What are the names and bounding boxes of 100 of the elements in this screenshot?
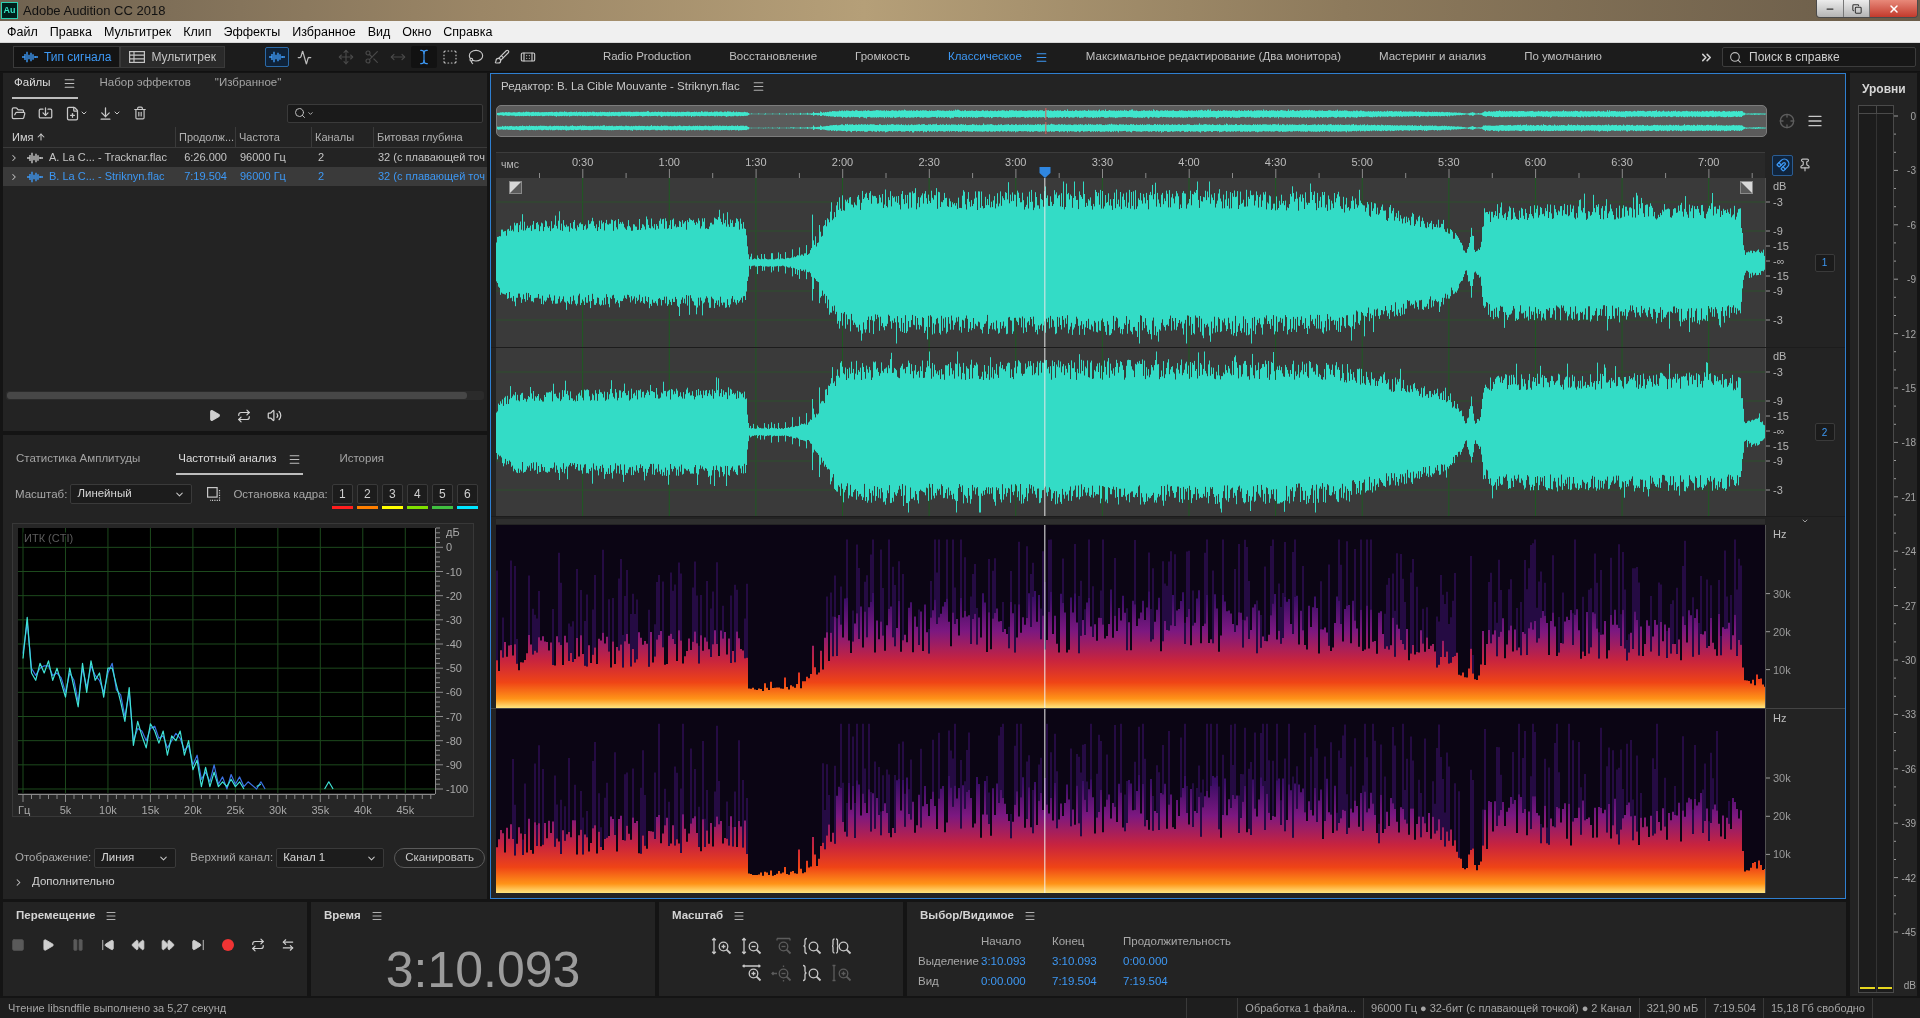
zoom-icon[interactable] — [830, 936, 852, 955]
scale-dropdown[interactable]: Линейный — [70, 484, 193, 504]
close-button[interactable] — [1870, 0, 1917, 17]
tab[interactable]: Файлы — [12, 69, 78, 99]
workspace-tab[interactable]: Максимальное редактирование (Два монитора) — [1085, 48, 1341, 66]
workspace-tab[interactable]: По умолчанию — [1524, 48, 1602, 66]
view-toggle[interactable] — [264, 47, 289, 67]
menu-item[interactable]: Файл — [1, 21, 44, 42]
time-value[interactable]: 7:19.504 — [1123, 974, 1168, 987]
fade-handle-icon[interactable] — [509, 181, 522, 194]
menu-icon[interactable] — [733, 910, 746, 922]
advanced-toggle[interactable]: Дополнительно — [3, 873, 487, 891]
column-header[interactable]: Имя — [3, 127, 175, 147]
time-value[interactable]: 3:10.093 — [1052, 954, 1097, 967]
menu-item[interactable]: Правка — [43, 21, 98, 42]
search-field[interactable] — [287, 103, 483, 123]
workspace-tab[interactable]: Мастеринг и анализ — [1379, 48, 1487, 66]
zoom-in-icon[interactable] — [710, 936, 732, 955]
peak-indicator — [1860, 987, 1875, 989]
maximize-button[interactable] — [1844, 0, 1870, 17]
menu-icon[interactable] — [1024, 910, 1036, 922]
frame-icon[interactable] — [207, 487, 222, 501]
channel-dropdown[interactable]: Канал 1 — [276, 848, 385, 868]
import-icon[interactable] — [38, 105, 53, 121]
tab[interactable]: История — [337, 445, 387, 475]
zoom-out-icon[interactable] — [740, 936, 762, 955]
snap-button[interactable] — [1772, 154, 1793, 176]
time-label: 3:00 — [1005, 156, 1027, 169]
menu-icon[interactable] — [751, 80, 765, 93]
time-value[interactable]: 0:00.000 — [981, 974, 1026, 987]
play-icon[interactable] — [208, 409, 221, 422]
zoom-in-icon[interactable] — [740, 963, 762, 982]
repeat-icon[interactable] — [237, 408, 251, 423]
play-icon[interactable] — [41, 938, 55, 952]
skip-back-icon[interactable] — [101, 938, 115, 952]
mode-button[interactable]: Мультитрек — [120, 46, 225, 68]
freeze-frame-button[interactable]: 5 — [431, 484, 453, 504]
menu-icon[interactable] — [370, 910, 383, 922]
fade-handle-icon[interactable] — [1740, 181, 1753, 194]
scale-label: -45 — [1901, 926, 1916, 938]
tab[interactable]: Частотный анализ — [176, 445, 304, 475]
caret-icon[interactable] — [1801, 517, 1809, 525]
display-dropdown[interactable]: Линия — [94, 848, 177, 868]
menu-item[interactable]: Окно — [396, 21, 438, 42]
pin-icon[interactable] — [1798, 158, 1812, 172]
help-search-field[interactable]: Поиск в справке — [1722, 47, 1916, 67]
column-header[interactable]: Продолж... — [175, 127, 235, 147]
freeze-frame-button[interactable]: 3 — [381, 484, 403, 504]
freeze-frame-button[interactable]: 4 — [406, 484, 428, 504]
channel-badge[interactable]: 2 — [1814, 423, 1835, 441]
workspace-tab[interactable]: Восстановление — [729, 48, 818, 66]
list-icon[interactable] — [1807, 113, 1823, 129]
double-arrow-icon[interactable] — [281, 938, 295, 952]
file-row[interactable]: B. La C... - Striknyn.flac 7:19.504 96000 Гц 2 32 (с плавающей точ — [3, 167, 487, 186]
download-icon[interactable] — [98, 105, 113, 121]
tool-button[interactable] — [410, 46, 437, 68]
menu-icon[interactable] — [1034, 50, 1048, 64]
caret-icon[interactable] — [113, 109, 121, 117]
menu-icon[interactable] — [105, 910, 118, 922]
menu-item[interactable]: Избранное — [286, 21, 362, 42]
channel-badge[interactable]: 1 — [1814, 253, 1835, 272]
speaker-icon[interactable] — [267, 408, 282, 423]
chevron-icon[interactable] — [9, 152, 19, 163]
tab[interactable]: "Избранное" — [212, 69, 284, 99]
time-value[interactable]: 0:00.000 — [1123, 954, 1168, 967]
workspace-tab[interactable]: Громкость — [855, 48, 910, 66]
folder-icon[interactable] — [11, 105, 26, 121]
column-header[interactable]: Частота — [235, 127, 311, 147]
rewind-icon[interactable] — [131, 938, 145, 952]
fast-forward-icon[interactable] — [161, 938, 175, 952]
file-row[interactable]: A. La C... - Tracknar.flac 6:26.000 96000 Гц 2 32 (с плавающей точ — [3, 148, 487, 167]
caret-icon[interactable] — [80, 109, 88, 117]
menu-item[interactable]: Мультитрек — [97, 21, 178, 42]
freeze-frame-button[interactable]: 6 — [456, 484, 478, 504]
repeat-icon[interactable] — [251, 938, 265, 952]
scale-label: -15 — [1773, 410, 1789, 422]
tab[interactable]: Набор эффектов — [97, 69, 193, 99]
column-header[interactable]: Каналы — [311, 127, 373, 147]
scrollbar-thumb[interactable] — [7, 392, 467, 399]
record-icon[interactable] — [222, 939, 234, 951]
freeze-frame-button[interactable]: 2 — [356, 484, 378, 504]
skip-forward-icon[interactable] — [191, 938, 205, 952]
menu-item[interactable]: Вид — [361, 21, 397, 42]
tab[interactable]: Статистика Амплитуды — [14, 445, 143, 475]
workspace-tab[interactable]: Классическое — [947, 48, 1022, 66]
time-value[interactable]: 7:19.504 — [1052, 974, 1097, 987]
menu-item[interactable]: Клип — [177, 21, 218, 42]
menu-item[interactable]: Эффекты — [217, 21, 287, 42]
minimize-button[interactable] — [1817, 0, 1844, 17]
workspace-tab[interactable]: Radio Production — [602, 48, 692, 66]
menu-item[interactable]: Справка — [437, 21, 499, 42]
zoom-icon[interactable] — [800, 963, 822, 982]
mode-button[interactable]: Тип сигнала — [13, 46, 121, 68]
chevron-icon[interactable] — [9, 171, 19, 182]
crosshair-icon[interactable] — [1779, 113, 1795, 129]
column-header[interactable]: Битовая глубина — [373, 127, 487, 147]
new-file-icon[interactable] — [65, 105, 80, 121]
trash-icon[interactable] — [133, 106, 147, 120]
time-value[interactable]: 3:10.093 — [981, 954, 1026, 967]
freeze-frame-button[interactable]: 1 — [331, 484, 353, 504]
